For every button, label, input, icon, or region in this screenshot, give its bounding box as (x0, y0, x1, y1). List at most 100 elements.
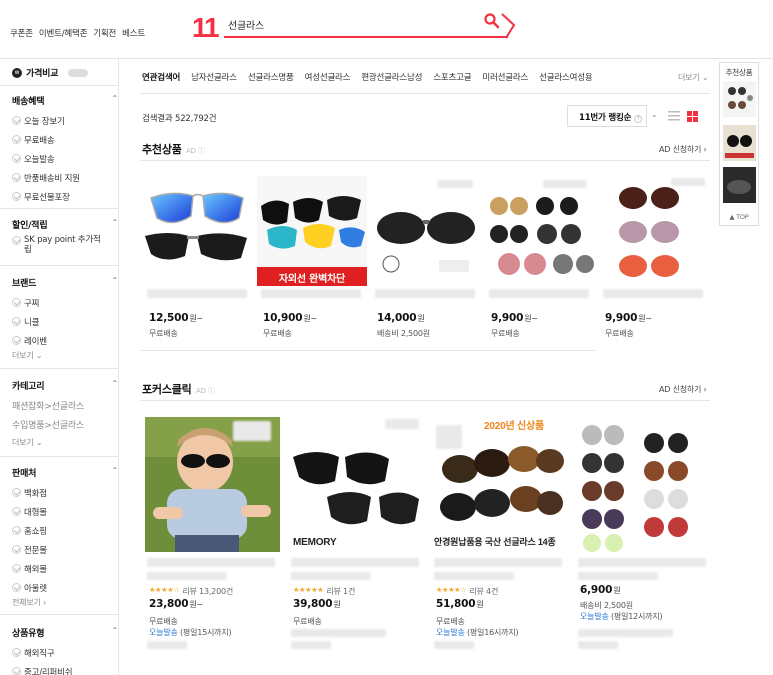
chevron-down-icon[interactable]: ⌄ (651, 110, 658, 119)
product-image[interactable] (576, 417, 711, 552)
price-value: 9,900 (491, 312, 524, 324)
focus-click-title: 포커스클릭 (142, 383, 192, 396)
rail-thumb[interactable] (723, 125, 756, 161)
filter-option[interactable]: 해외직구 (12, 643, 118, 662)
collapse-icon[interactable]: ⌃ (111, 276, 118, 285)
filter-option[interactable]: 백화점 (12, 483, 118, 502)
collapse-icon[interactable]: ⌃ (111, 218, 118, 227)
ad-apply-link[interactable]: AD 신청하기 › (659, 384, 707, 395)
rail-title: 추천상품 (725, 68, 753, 77)
ad-apply-link[interactable]: AD 신청하기 › (659, 144, 707, 155)
product-image[interactable]: MEMORY (289, 417, 424, 552)
filter-option[interactable]: 오늘발송 (12, 149, 118, 168)
logo[interactable]: 11 (192, 12, 220, 44)
grid-view-icon[interactable] (687, 111, 698, 122)
filter-option[interactable]: 해외몰 (12, 559, 118, 578)
ad-tag: AD ⓘ (196, 387, 215, 395)
search-icon[interactable] (484, 13, 500, 29)
review-count: 리뷰 4건 (469, 587, 499, 596)
more-label: 더보기 (12, 438, 34, 447)
product-card[interactable]: 12,500원~ 무료배송 (143, 176, 253, 346)
filter-option[interactable]: 전문몰 (12, 540, 118, 559)
product-image[interactable] (371, 176, 481, 286)
product-card[interactable]: 9,900원~ 무료배송 (485, 176, 595, 346)
filter-option[interactable]: 아울렛 (12, 578, 118, 597)
filter-option[interactable]: 홈쇼핑 (12, 521, 118, 540)
check-icon (12, 298, 21, 307)
search-input[interactable]: 선글라스 (228, 17, 264, 32)
review-count: 리뷰 13,200건 (182, 587, 234, 596)
star-rating-icon: ★★★★☆ (149, 586, 180, 594)
product-card[interactable]: 2020년 신상품 안경원납품용 국산 선글라스 14종 ★★★★☆ 리뷰 4건 … (432, 417, 567, 657)
related-term[interactable]: 선글라스명품 (248, 71, 294, 83)
compare-icon: w (12, 67, 22, 78)
help-icon[interactable]: ? (634, 115, 643, 123)
product-card[interactable]: 14,000원 배송비 2,500원 (371, 176, 481, 346)
seller-blur (578, 641, 618, 649)
price-unit: 원~ (189, 600, 203, 609)
related-term[interactable]: 미러선글라스 (482, 71, 528, 83)
shipping-info: 무료배송 (605, 329, 634, 338)
product-title-blur (375, 289, 475, 298)
result-count: 검색결과 522,792건 (142, 114, 217, 124)
product-image[interactable] (599, 176, 709, 286)
price-compare-toggle[interactable]: w 가격비교 (12, 66, 89, 79)
product-card[interactable]: ★★★★☆ 리뷰 13,200건 23,800원~ 무료배송 오늘발송 (평일15… (145, 417, 280, 657)
nav-coupon[interactable]: 쿠폰존 (10, 27, 33, 39)
product-price: 12,500원~ (149, 312, 203, 324)
filter-option[interactable]: 대형몰 (12, 502, 118, 521)
nav-event[interactable]: 이벤트/혜택존 (39, 27, 88, 39)
price-value: 9,900 (605, 312, 638, 324)
nav-best[interactable]: 베스트 (122, 27, 145, 39)
product-card[interactable]: MEMORY ★★★★★ 리뷰 1건 39,800원 무료배송 (289, 417, 424, 657)
option-label: 해외몰 (24, 564, 47, 575)
related-term[interactable]: 선글라스여성용 (539, 71, 593, 83)
filter-option[interactable]: 니클 (12, 312, 118, 331)
check-icon (12, 192, 21, 201)
scroll-top-button[interactable]: ▲ TOP (719, 210, 759, 226)
filter-option[interactable]: SK pay point 추가적립 (12, 235, 107, 255)
filter-option[interactable]: 중고/리퍼비쉬 (12, 662, 118, 675)
product-image[interactable] (485, 176, 595, 286)
sort-dropdown[interactable]: 11번가 랭킹순 ? (567, 105, 647, 127)
related-more-button[interactable]: 더보기 ⌄ (678, 72, 709, 83)
category-more-link[interactable]: 더보기 ⌄ (12, 436, 118, 450)
related-term[interactable]: 편광선글라스남성 (361, 71, 422, 83)
tag-blur (543, 180, 587, 188)
product-title-blur (291, 572, 371, 580)
category-path[interactable]: 패션잡화>선글라스 (12, 398, 118, 417)
filter-option[interactable]: 무료배송 (12, 130, 118, 149)
product-image[interactable] (143, 176, 253, 286)
divider (140, 400, 710, 401)
product-caption: 안경원납품용 국산 선글라스 14종 (434, 536, 556, 547)
filter-option[interactable]: 레이벤 (12, 331, 118, 350)
toggle-switch[interactable] (68, 68, 89, 77)
product-card[interactable]: 자외선 완벽차단 10,900원~ 무료배송 (257, 176, 367, 346)
shipping-info: 무료배송 (149, 617, 178, 626)
seller-more-link[interactable]: 전체보기 › (12, 597, 118, 608)
brand-more-link[interactable]: 더보기 ⌄ (12, 350, 118, 361)
filter-option[interactable]: 오늘 장보기 (12, 111, 118, 130)
rail-thumb[interactable] (723, 167, 756, 203)
collapse-icon[interactable]: ⌃ (111, 626, 118, 635)
related-term[interactable]: 스포츠고글 (433, 71, 471, 83)
collapse-icon[interactable]: ⌃ (111, 466, 118, 475)
product-card[interactable]: 6,900원 배송비 2,500원 오늘발송 (평일12시까지) (576, 417, 711, 657)
collapse-icon[interactable]: ⌃ (111, 379, 118, 388)
product-card[interactable]: 9,900원~ 무료배송 (599, 176, 709, 346)
divider (0, 368, 118, 369)
filter-option[interactable]: 무료선물포장 (12, 187, 118, 206)
category-path[interactable]: 수입명품>선글라스 (12, 417, 118, 436)
related-term[interactable]: 남자선글라스 (191, 71, 237, 83)
list-view-icon[interactable] (668, 111, 680, 121)
price-value: 51,800 (436, 598, 476, 610)
nav-exhibition[interactable]: 기획전 (93, 27, 116, 39)
check-icon (12, 488, 21, 497)
option-label: 중고/리퍼비쉬 (24, 667, 73, 675)
filter-option[interactable]: 구찌 (12, 293, 118, 312)
related-term[interactable]: 여성선글라스 (305, 71, 351, 83)
rail-thumb[interactable] (723, 81, 756, 117)
collapse-icon[interactable]: ⌃ (111, 94, 118, 103)
price-value: 39,800 (293, 598, 333, 610)
filter-option[interactable]: 반품배송비 지원 (12, 168, 118, 187)
